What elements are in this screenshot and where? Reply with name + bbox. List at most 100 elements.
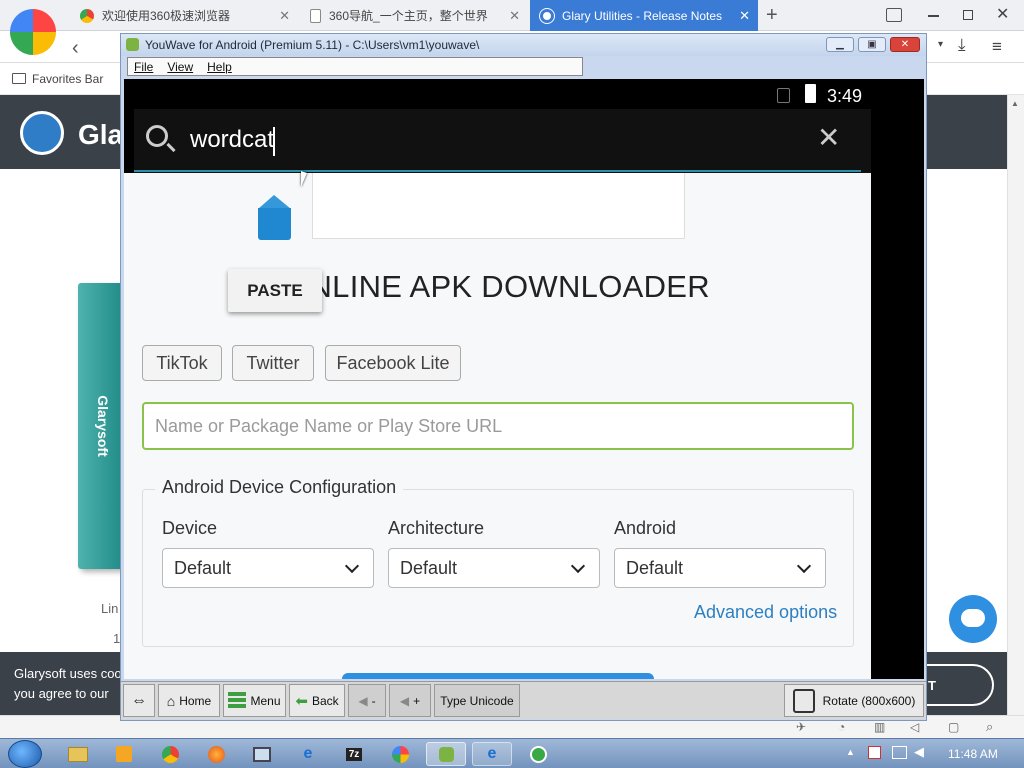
product-box-text: Glarysoft: [95, 395, 111, 457]
menu-button[interactable]: Menu: [223, 684, 286, 717]
cookie-button-label: T: [928, 677, 936, 693]
browser-logo-icon[interactable]: [10, 9, 56, 55]
close-window-icon[interactable]: ✕: [996, 4, 1009, 24]
architecture-select[interactable]: Default: [388, 548, 600, 588]
menu-view[interactable]: View: [167, 60, 193, 74]
favorites-bar-label[interactable]: Favorites Bar: [32, 72, 103, 86]
taskbar-media-player[interactable]: [104, 742, 144, 766]
browser-360-icon: [391, 745, 409, 763]
volume-down-button[interactable]: ◀ -: [348, 684, 386, 717]
tab-label: Glary Utilities - Release Notes: [562, 8, 723, 23]
fullscreen-toggle-button[interactable]: ⇔: [123, 684, 155, 717]
browser-tab[interactable]: 360导航_一个主页，整个世界 ✕: [300, 0, 528, 31]
taskbar-7zip[interactable]: 7z: [334, 742, 374, 766]
tray-volume-icon[interactable]: ◀: [914, 744, 924, 760]
arrows-horizontal-icon: ⇔: [131, 691, 147, 709]
clear-search-icon[interactable]: ✕: [817, 121, 840, 154]
tab-close-icon[interactable]: ✕: [509, 8, 520, 24]
menu-file[interactable]: File: [134, 60, 153, 74]
site-logo-text: Gla: [78, 119, 124, 150]
restore-icon[interactable]: [963, 10, 973, 20]
search-underline: [134, 170, 861, 172]
volume-down-label: -: [371, 693, 376, 708]
android-screen[interactable]: 3:49 wordcat ✕ ONLINE APK DOWNLOADER Tik…: [124, 79, 924, 679]
youwave-maximize-button[interactable]: ▣: [858, 37, 886, 52]
tab-close-icon[interactable]: ✕: [279, 8, 290, 24]
chevron-down-icon: [796, 558, 812, 574]
cookie-text-line: Glarysoft uses coo: [14, 666, 122, 681]
window-icon[interactable]: ▢: [948, 720, 959, 734]
volume-up-button[interactable]: ◀ +: [389, 684, 431, 717]
chip-twitter[interactable]: Twitter: [232, 345, 314, 381]
taskbar-glary-ie[interactable]: e: [472, 742, 512, 766]
youwave-close-button[interactable]: ✕: [890, 37, 920, 52]
apk-downloader-page: ONLINE APK DOWNLOADER TikTok Twitter Fac…: [124, 173, 871, 679]
zoom-icon[interactable]: ⌕: [986, 719, 993, 735]
cookie-text-line: you agree to our: [14, 686, 109, 701]
hamburger-menu-icon[interactable]: ≡: [992, 37, 1002, 57]
taskbar-firefox[interactable]: [196, 742, 236, 766]
menu-icon: [228, 691, 247, 710]
android-icon: [438, 746, 454, 762]
tray-network-icon[interactable]: [892, 746, 907, 759]
back-button[interactable]: ⬅ Back: [289, 684, 345, 717]
ad-frame: [312, 173, 685, 239]
taskbar-glary-utilities[interactable]: [518, 742, 558, 766]
package-search-input[interactable]: Name or Package Name or Play Store URL: [142, 402, 854, 450]
text-selection-handle[interactable]: [258, 195, 291, 242]
start-button-icon[interactable]: [8, 740, 42, 768]
back-arrow-icon[interactable]: ‹: [72, 37, 79, 60]
app-window-icon: [253, 746, 271, 762]
tray-expand-icon[interactable]: ▲: [846, 747, 855, 757]
home-button[interactable]: ⌂ Home: [158, 684, 220, 717]
folder-icon: [68, 746, 88, 762]
youwave-minimize-button[interactable]: ▁: [826, 37, 854, 52]
chip-facebook-lite[interactable]: Facebook Lite: [325, 345, 461, 381]
speed-icon[interactable]: ◔: [838, 720, 845, 734]
minimize-icon: ▁: [836, 39, 844, 50]
tab-close-icon[interactable]: ✕: [739, 8, 750, 24]
browser-tab[interactable]: 欢迎使用360极速浏览器 ✕: [70, 0, 298, 31]
trash-icon[interactable]: ▥: [874, 720, 885, 734]
taskbar-explorer[interactable]: [58, 742, 98, 766]
back-label: Back: [311, 693, 339, 708]
taskbar-youwave[interactable]: [426, 742, 466, 766]
rocket-icon[interactable]: ✈: [796, 720, 806, 734]
page-scrollbar[interactable]: ▲: [1007, 95, 1024, 715]
media-player-icon: [116, 746, 132, 762]
type-unicode-button[interactable]: Type Unicode: [434, 684, 520, 717]
chevron-down-icon[interactable]: ▾: [938, 39, 943, 50]
download-icon[interactable]: ⤓: [958, 35, 966, 55]
taskbar-chrome[interactable]: [150, 742, 190, 766]
android-version-select[interactable]: Default: [614, 548, 826, 588]
chrome-icon: [161, 745, 179, 763]
firefox-icon: [207, 745, 225, 763]
taskbar-app[interactable]: [242, 742, 282, 766]
device-select[interactable]: Default: [162, 548, 374, 588]
android-app-icon: [126, 38, 139, 51]
chat-button[interactable]: [949, 595, 997, 643]
tab-label: 欢迎使用360极速浏览器: [102, 9, 231, 23]
paste-popup-button[interactable]: PASTE: [228, 269, 322, 312]
7zip-icon: 7z: [345, 747, 363, 761]
chip-tiktok[interactable]: TikTok: [142, 345, 222, 381]
menu-help[interactable]: Help: [207, 60, 232, 74]
minimize-icon[interactable]: [928, 15, 939, 17]
advanced-options-link[interactable]: Advanced options: [694, 602, 837, 623]
taskbar-360-browser[interactable]: [380, 742, 420, 766]
new-tab-button[interactable]: +: [766, 4, 778, 27]
taskbar-clock[interactable]: 11:48 AM: [948, 747, 998, 761]
scroll-up-icon[interactable]: ▲: [1011, 99, 1019, 108]
rotate-button[interactable]: Rotate (800x600): [784, 684, 924, 717]
taskbar-ie[interactable]: e: [288, 742, 328, 766]
rotate-label: Rotate (800x600): [822, 693, 916, 708]
download-button-partial[interactable]: [342, 673, 654, 679]
tray-flag-icon[interactable]: [868, 746, 881, 759]
android-search-input[interactable]: wordcat: [190, 126, 274, 154]
browser-tab-active[interactable]: Glary Utilities - Release Notes ✕: [530, 0, 758, 31]
android-search-bar[interactable]: wordcat ✕: [134, 109, 871, 173]
back-arrow-icon: ⬅: [295, 692, 308, 710]
shirt-icon[interactable]: [886, 8, 902, 22]
architecture-label: Architecture: [388, 518, 485, 538]
sound-icon[interactable]: ◁: [910, 720, 919, 734]
